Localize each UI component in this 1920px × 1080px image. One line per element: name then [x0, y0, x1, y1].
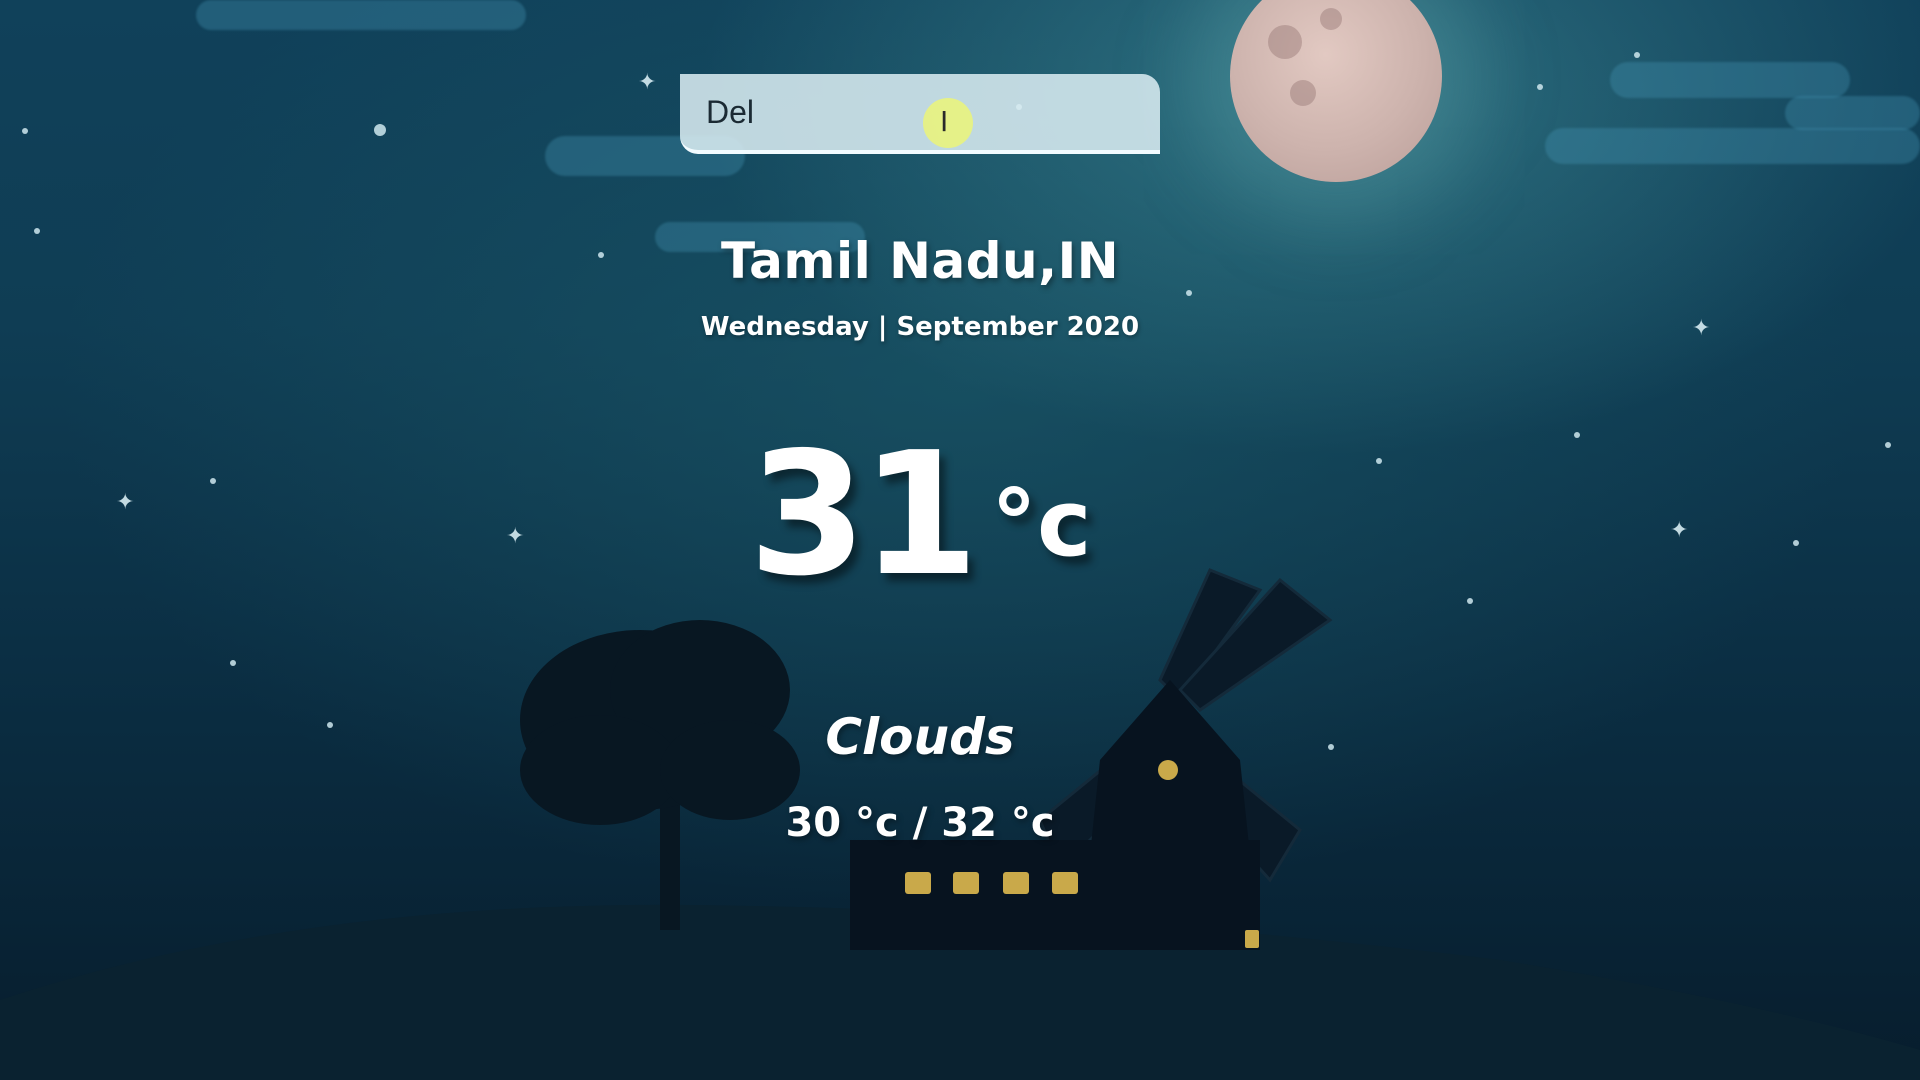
temperature-display: 31 °c	[0, 430, 1840, 600]
search-field-container	[680, 74, 1160, 154]
city-search-input[interactable]	[680, 74, 1160, 150]
tree-silhouette	[520, 620, 800, 930]
temperature-unit: °c	[991, 470, 1092, 577]
temperature-range: 30 °c / 32 °c	[785, 800, 1055, 846]
text-cursor-icon: I	[940, 105, 949, 138]
temperature-value: 31	[748, 416, 979, 614]
location-title: Tamil Nadu,IN	[720, 232, 1120, 290]
weather-app: ✦ ✦ ✦ ✦ ✦ Del I Tamil Nadu,IN Wednesday …	[0, 0, 1920, 1080]
current-date: Wednesday | September 2020	[700, 312, 1140, 342]
weather-condition: Clouds	[825, 708, 1015, 766]
